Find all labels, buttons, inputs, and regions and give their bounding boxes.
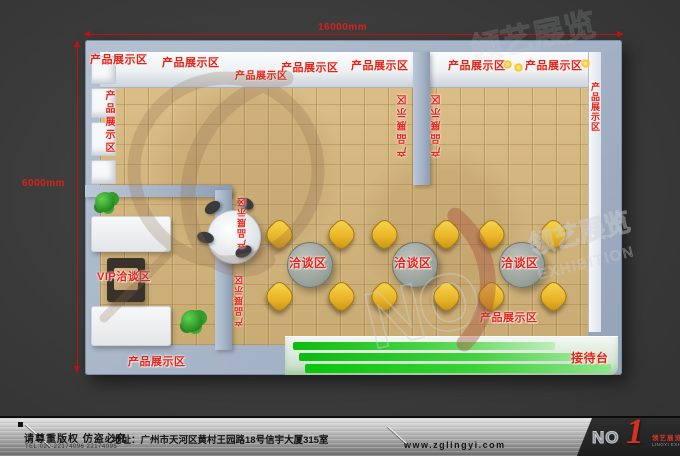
reception-label: 接待台 bbox=[571, 352, 609, 364]
vip-sofa-bottom bbox=[91, 306, 171, 346]
led-strip bbox=[299, 353, 599, 361]
dimension-line-horizontal bbox=[87, 34, 621, 35]
plant bbox=[95, 192, 115, 212]
area-label-product-display: 产品展示区 bbox=[162, 57, 220, 69]
dimension-width-label: 16000mm bbox=[318, 22, 367, 33]
dimension-arrow-left bbox=[83, 31, 90, 37]
footer-corner-mark bbox=[18, 422, 23, 427]
company-logo: NO 1 领艺展览 LINGYI EXHIBITION bbox=[576, 418, 680, 456]
area-label-vip-negotiation: VIP洽谈区 bbox=[97, 271, 151, 283]
footer-telephone-text: TEL:020-22174096 22174095 bbox=[25, 444, 117, 450]
area-label-product-display: 产品展示区 bbox=[128, 356, 186, 368]
spotlight bbox=[514, 63, 523, 72]
area-label-product-display-vertical: 产品展示区 bbox=[588, 82, 602, 132]
area-label-product-display-vertical: 产品展示区 bbox=[232, 274, 246, 327]
footer-website-text: www.zglingyi.com bbox=[404, 440, 506, 450]
dimension-arrow-down bbox=[74, 366, 80, 373]
area-label-product-display: 产品展示区 bbox=[351, 60, 409, 72]
round-display-table bbox=[207, 210, 261, 264]
area-label-product-display: 产品展示区 bbox=[480, 312, 538, 324]
area-label-product-display: 产品展示区 bbox=[235, 71, 288, 83]
area-label-negotiation: 洽谈区 bbox=[394, 257, 432, 269]
rendered-floorplan-image: 16000mm 6000mm bbox=[0, 0, 680, 456]
logo-brand-text: 领艺展览 bbox=[652, 432, 680, 442]
dimension-line-vertical bbox=[77, 41, 78, 373]
logo-subtitle-text: LINGYI EXHIBITION bbox=[652, 442, 680, 447]
area-label-product-display-vertical: 产品展示区 bbox=[235, 196, 249, 249]
logo-no-text: NO bbox=[592, 428, 620, 448]
logo-one-swoosh: 1 bbox=[626, 410, 644, 452]
display-cabinet bbox=[91, 160, 116, 184]
reception-counter: 接待台 bbox=[285, 336, 618, 375]
dimension-arrow-up bbox=[74, 40, 80, 47]
area-label-negotiation: 洽谈区 bbox=[289, 257, 327, 269]
footer-bar: 请尊重版权 仿盗必究 TEL:020-22174096 22174095 地址：… bbox=[0, 416, 680, 456]
led-strip bbox=[293, 342, 555, 350]
booth-floorplan: 接待台 产品展示区 产品展示区 产品展示区 产品展示区 产品展示区 产品展示区 … bbox=[85, 40, 622, 375]
dimension-arrow-right bbox=[617, 31, 624, 37]
area-label-product-display-vertical: 产品展示区 bbox=[431, 92, 445, 157]
area-label-product-display-vertical: 产品展示区 bbox=[397, 92, 411, 157]
dimension-height-label: 6000mm bbox=[22, 178, 65, 189]
area-label-product-display: 产品展示区 bbox=[90, 54, 148, 66]
plant bbox=[181, 310, 203, 332]
center-divider-wall bbox=[413, 52, 430, 185]
led-strip bbox=[305, 364, 611, 373]
vip-sofa-top bbox=[91, 216, 171, 252]
area-label-product-display: 产品展示区 bbox=[448, 60, 506, 72]
area-label-product-display: 产品展示区 bbox=[281, 62, 339, 74]
footer-address-text: 地址：广州市天河区黄村王园路18号信宇大厦315室 bbox=[112, 432, 328, 446]
area-label-negotiation: 洽谈区 bbox=[501, 257, 539, 269]
area-label-product-display-vertical: 产品展示区 bbox=[101, 90, 115, 155]
area-label-product-display: 产品展示区 bbox=[525, 60, 583, 72]
